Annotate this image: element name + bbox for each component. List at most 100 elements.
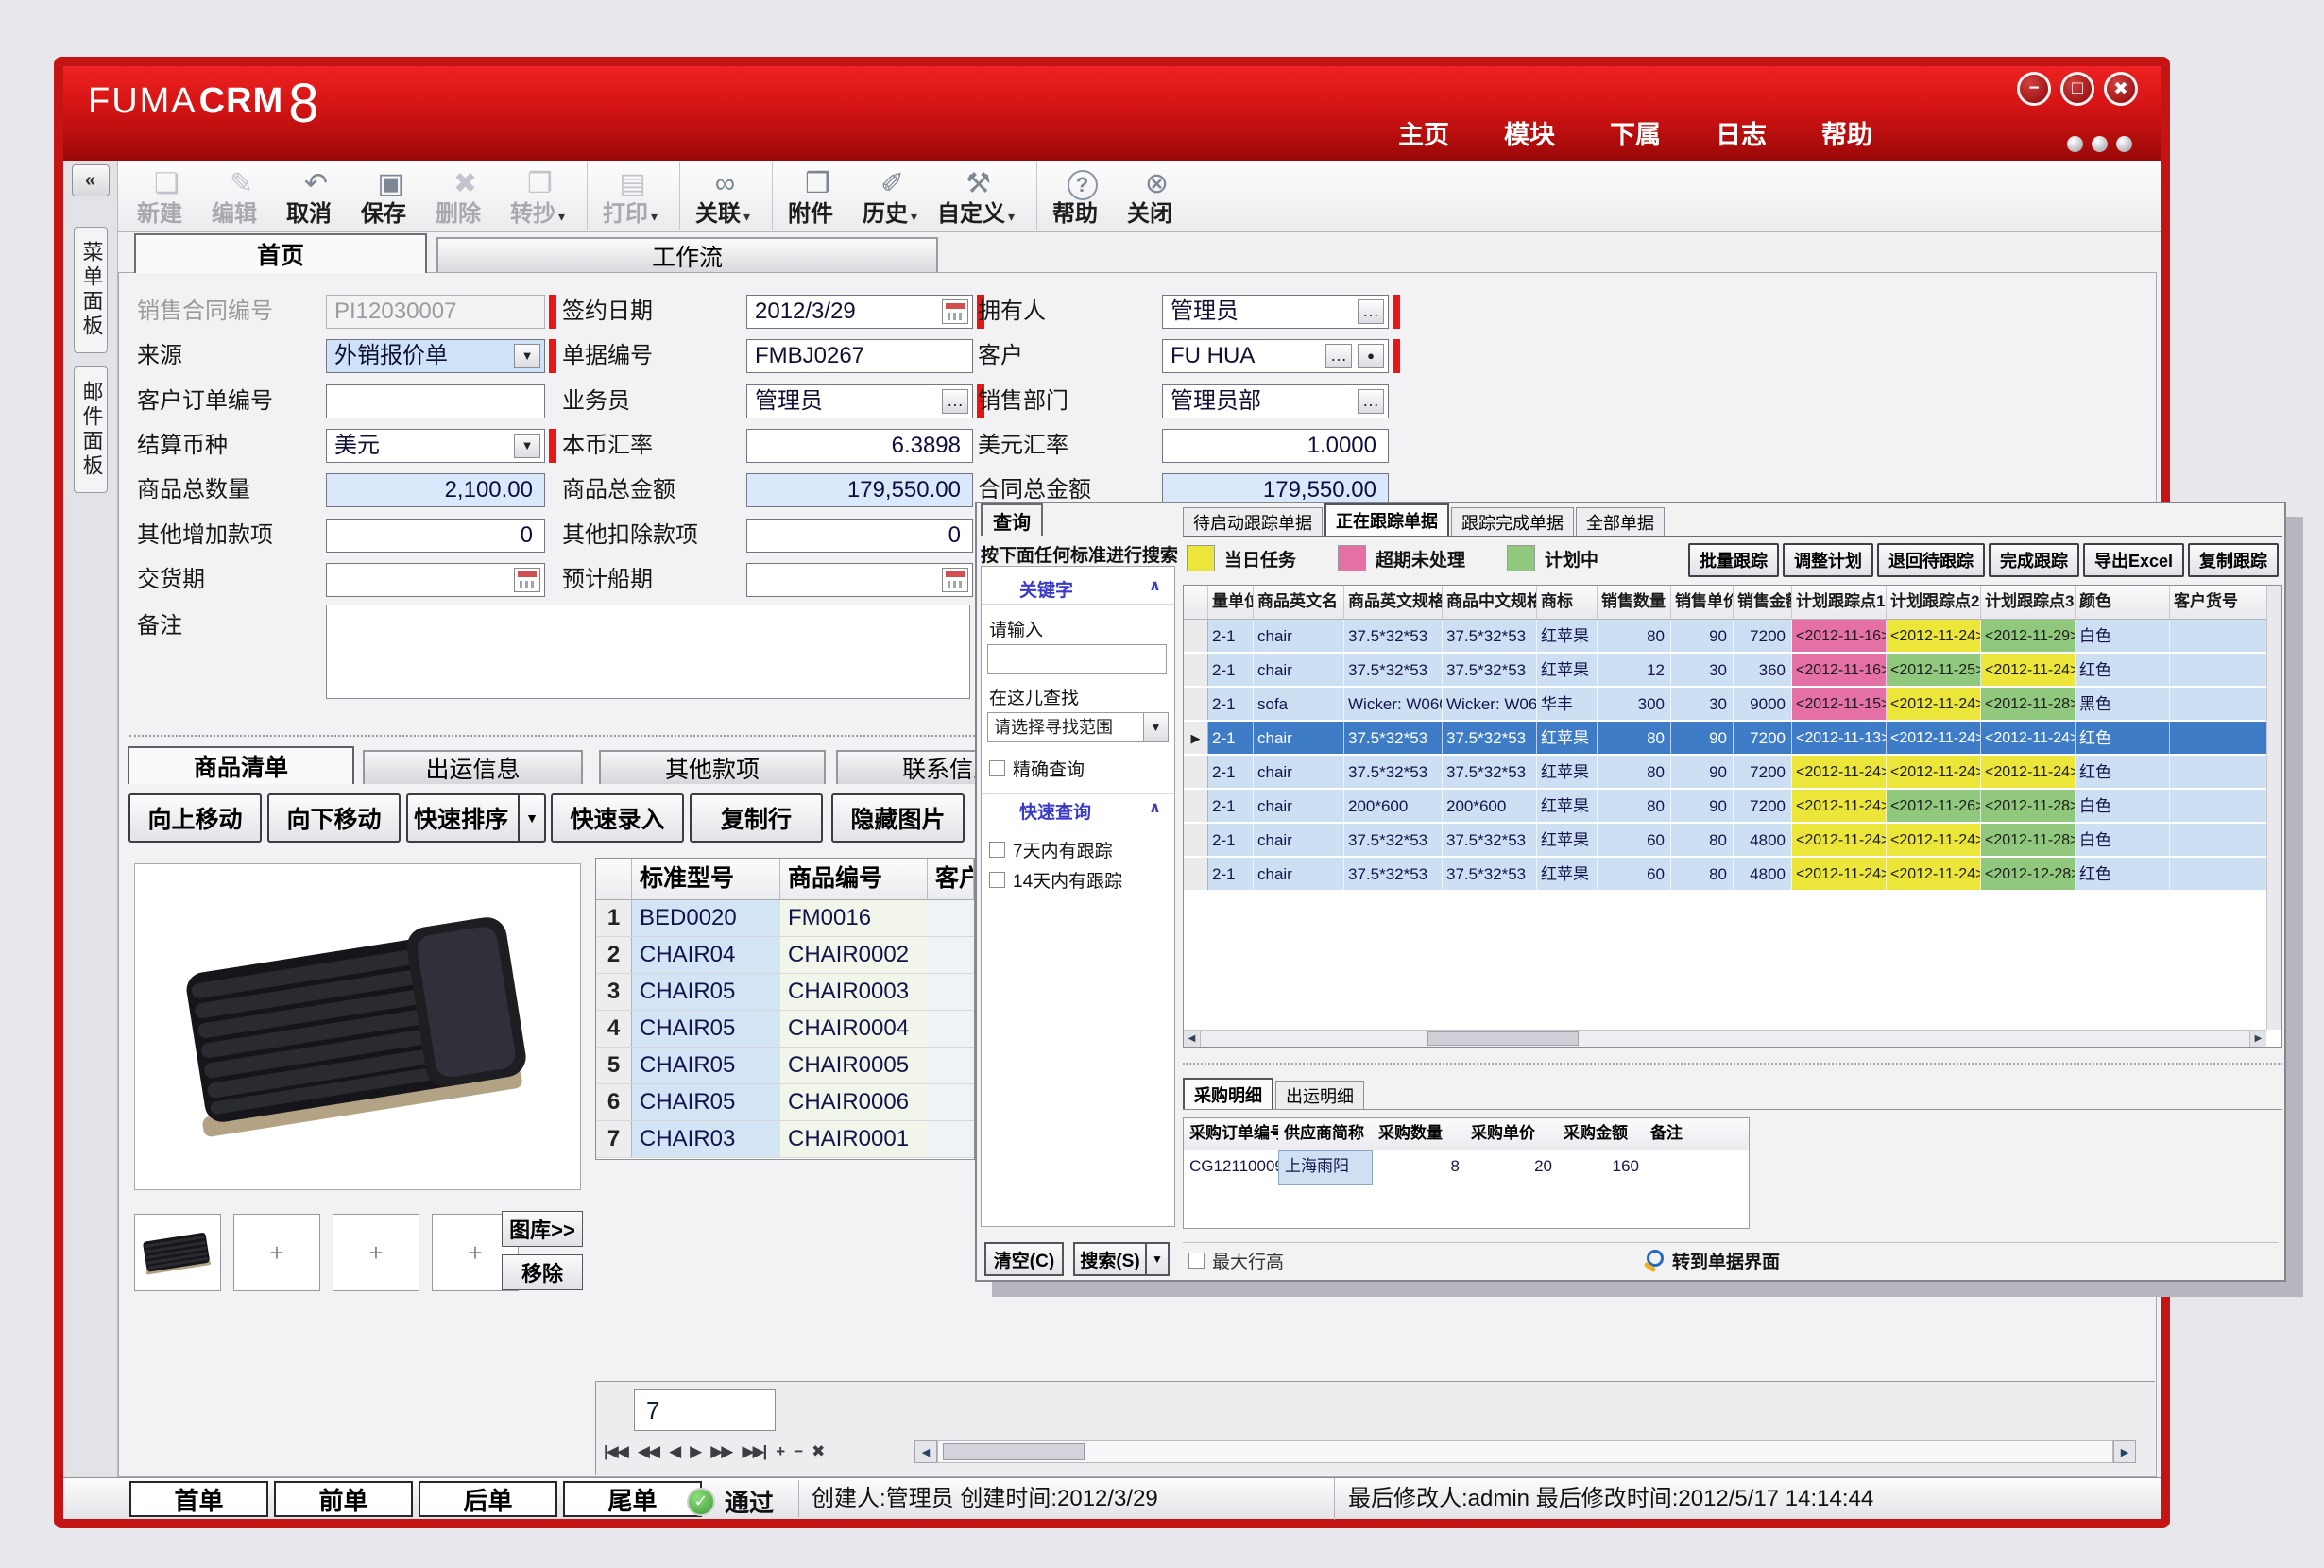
tracking-row[interactable]: 2-1 chair 37.5*32*53 37.5*32*53 红苹果 80 9… [1184, 620, 2281, 654]
tab-workflow[interactable]: 工作流 [436, 237, 938, 273]
dropdown-button[interactable]: ▼ [514, 344, 540, 368]
scope-select[interactable]: 请选择寻找范围 ▼ [987, 712, 1169, 742]
lookup-button[interactable]: … [1358, 389, 1384, 414]
keyword-section[interactable]: 关键字 ∧ [982, 572, 1174, 605]
sub-tab[interactable]: 出运明细 [1275, 1081, 1364, 1109]
scroll-left-icon[interactable]: ◀ [914, 1440, 937, 1463]
vertical-scrollbar[interactable] [2266, 586, 2281, 1030]
tracking-row[interactable]: ▶ 2-1 chair 37.5*32*53 37.5*32*53 红苹果 80… [1184, 722, 2281, 756]
track-7days-checkbox[interactable]: 7天内有跟踪 [989, 837, 1113, 862]
quick-sort-button[interactable]: 快速排序▼ [406, 793, 546, 843]
product-row[interactable]: 7 CHAIR03 CHAIR0001 [596, 1121, 974, 1158]
field-doc-no[interactable]: FMBJ0267 [746, 339, 973, 373]
collapse-caret-icon[interactable]: ∧ [1149, 798, 1161, 817]
record-nav-icon[interactable]: ◀ [669, 1442, 679, 1461]
tab-shipping-info[interactable]: 出运信息 [363, 750, 583, 784]
collapse-caret-icon[interactable]: ∧ [1149, 576, 1161, 595]
thumbnail-add-slot[interactable]: + [333, 1214, 419, 1291]
record-nav-icon[interactable]: ▶ [690, 1442, 700, 1461]
toolbar-button[interactable]: ✖ 删除 [428, 162, 503, 230]
product-row[interactable]: 1 BED0020 FM0016 [596, 900, 974, 937]
toolbar-button[interactable]: ∞ 关联 ▾ [679, 162, 762, 230]
scrollbar-thumb[interactable] [943, 1443, 1085, 1460]
toolbar-button[interactable]: ❏ 新建 [129, 162, 204, 230]
record-nav-icon[interactable]: ▶▶| [742, 1442, 765, 1461]
calendar-icon[interactable] [942, 568, 968, 592]
tab-query[interactable]: 查询 [981, 503, 1043, 536]
field-delivery-date[interactable] [326, 563, 545, 597]
toolbar-button[interactable]: ▣ 保存 [353, 162, 428, 230]
tab-product-list[interactable]: 商品清单 [128, 746, 354, 784]
toolbar-button[interactable]: ✐ 历史 ▾ [855, 162, 930, 230]
thumbnail-add-slot[interactable]: + [233, 1214, 320, 1291]
tracking-action-button[interactable]: 调整计划 [1783, 543, 1873, 577]
record-jump-button[interactable]: 后单 [419, 1481, 557, 1517]
dropdown-arrow-icon[interactable]: ▼ [518, 795, 538, 841]
checkbox-icon[interactable] [1188, 1253, 1205, 1269]
tracking-tab[interactable]: 待启动跟踪单据 [1183, 507, 1323, 536]
move-down-button[interactable]: 向下移动 [267, 793, 401, 843]
field-usd-rate[interactable]: 1.0000 [1162, 429, 1389, 463]
tracking-action-button[interactable]: 批量跟踪 [1688, 543, 1779, 577]
field-salesman[interactable]: 管理员 … [746, 384, 973, 418]
lookup-button[interactable]: … [1325, 344, 1352, 368]
search-button[interactable]: 搜索(S) [1073, 1242, 1147, 1276]
max-row-height-checkbox[interactable]: 最大行高 [1188, 1248, 1284, 1273]
top-menu-item[interactable]: 模块 [1504, 114, 1555, 151]
field-customer[interactable]: FU HUA ● … [1162, 339, 1389, 373]
minimize-button[interactable]: − [2017, 72, 2051, 106]
lookup-button[interactable]: … [1358, 299, 1384, 324]
tracking-row[interactable]: 2-1 sofa Wicker: W060 d Wicker: W060 d 华… [1184, 688, 2281, 722]
field-source[interactable]: 外销报价单 ▼ [326, 339, 545, 373]
tracking-action-button[interactable]: 退回待跟踪 [1877, 543, 1985, 577]
tracking-tab[interactable]: 正在跟踪单据 [1324, 503, 1449, 536]
product-row[interactable]: 5 CHAIR05 CHAIR0005 [596, 1048, 974, 1084]
tracking-action-button[interactable]: 导出Excel [2083, 543, 2184, 577]
purchase-row[interactable]: CG12110009 上海雨阳 8 20 160 [1184, 1150, 1749, 1185]
toolbar-button[interactable]: ▤ 打印 ▾ [587, 162, 670, 230]
remove-image-button[interactable]: 移除 [502, 1254, 583, 1290]
close-button[interactable]: ✖ [2104, 72, 2138, 106]
field-other-minus[interactable]: 0 [746, 519, 973, 553]
thumbnail-1[interactable] [134, 1214, 221, 1291]
keyword-input[interactable] [987, 644, 1167, 674]
record-nav-icon[interactable]: − [794, 1442, 801, 1461]
lookup-button[interactable]: … [942, 389, 968, 414]
field-local-rate[interactable]: 6.3898 [746, 429, 973, 463]
quick-section[interactable]: 快速查询 ∧ [982, 793, 1174, 827]
record-jump-button[interactable]: 前单 [274, 1481, 413, 1517]
field-cust-order-no[interactable] [326, 384, 545, 418]
tracking-tab[interactable]: 跟踪完成单据 [1451, 507, 1574, 536]
track-14days-checkbox[interactable]: 14天内有跟踪 [989, 867, 1122, 893]
product-row[interactable]: 2 CHAIR04 CHAIR0002 [596, 937, 974, 974]
top-menu-item[interactable]: 帮助 [1821, 114, 1872, 151]
toolbar-button[interactable]: ✎ 编辑 [204, 162, 279, 230]
scrollbar-track[interactable] [937, 1440, 2113, 1463]
scroll-right-icon[interactable]: ▶ [2113, 1440, 2136, 1463]
record-nav-icon[interactable]: + [776, 1442, 783, 1461]
record-nav-icon[interactable]: ✖ [812, 1442, 823, 1461]
field-owner[interactable]: 管理员 … [1162, 295, 1389, 329]
gallery-button[interactable]: 图库>> [502, 1211, 583, 1247]
exact-query-checkbox[interactable]: 精确查询 [989, 756, 1085, 781]
tracking-row[interactable]: 2-1 chair 200*600 200*600 红苹果 80 90 7200… [1184, 790, 2281, 824]
clear-button[interactable]: 清空(C) [984, 1242, 1064, 1276]
goto-document-link[interactable]: 转到单据界面 [1642, 1248, 1780, 1273]
scrollbar-track[interactable] [1201, 1031, 2249, 1048]
toolbar-button[interactable]: ⚒ 自定义 ▾ [930, 162, 1027, 230]
record-count-field[interactable]: 7 [634, 1389, 776, 1431]
tracking-row[interactable]: 2-1 chair 37.5*32*53 37.5*32*53 红苹果 12 3… [1184, 654, 2281, 688]
toolbar-button[interactable]: ❒ 附件 [772, 162, 855, 230]
toolbar-button[interactable]: ❐ 转抄 ▾ [503, 162, 577, 230]
scroll-left-icon[interactable]: ◀ [1184, 1031, 1201, 1048]
customer-flag-icon[interactable]: ● [1358, 344, 1384, 368]
top-menu-item[interactable]: 主页 [1398, 114, 1449, 151]
product-row[interactable]: 6 CHAIR05 CHAIR0006 [596, 1084, 974, 1121]
field-sign-date[interactable]: 2012/3/29 [746, 295, 973, 329]
search-dropdown-icon[interactable]: ▼ [1147, 1242, 1170, 1276]
dropdown-arrow-icon[interactable]: ▼ [1143, 713, 1168, 741]
scroll-right-icon[interactable]: ▶ [2249, 1031, 2266, 1048]
calendar-icon[interactable] [514, 568, 540, 592]
field-currency[interactable]: 美元 ▼ [326, 429, 545, 463]
record-nav-icon[interactable]: ◀◀ [638, 1442, 658, 1461]
